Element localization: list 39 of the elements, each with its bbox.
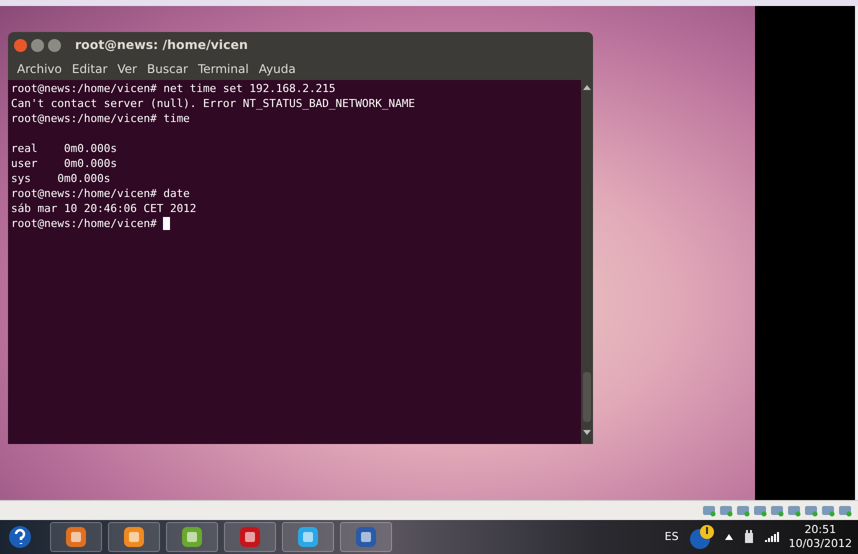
taskbar-button[interactable]: [340, 522, 392, 552]
language-indicator[interactable]: ES: [664, 528, 679, 546]
menu-item[interactable]: Ver: [112, 60, 142, 78]
prompt-line: root@news:/home/vicen#: [11, 216, 158, 231]
command-line: root@news:/home/vicen# net time set 192.168.2.215: [11, 81, 336, 96]
power-plug-icon[interactable]: [742, 530, 755, 544]
output-line: real 0m0.000s: [11, 141, 117, 156]
signal-bars-icon[interactable]: [764, 532, 779, 542]
close-button[interactable]: [14, 38, 27, 52]
scrollbar[interactable]: [581, 80, 593, 444]
output-line: sáb mar 10 20:46:06 CET 2012: [11, 201, 196, 216]
menu-item[interactable]: Terminal: [192, 60, 254, 78]
menu-item[interactable]: Ayuda: [254, 60, 301, 78]
output-line: sys 0m0.000s: [11, 171, 110, 186]
taskbar-button[interactable]: [50, 522, 102, 552]
taskbar-button[interactable]: [166, 522, 218, 552]
minimize-button[interactable]: [31, 38, 44, 52]
scroll-up-icon[interactable]: [583, 84, 591, 90]
output-line: user 0m0.000s: [11, 156, 117, 171]
menu-item[interactable]: Buscar: [142, 60, 193, 78]
command-line: root@news:/home/vicen# date: [11, 186, 190, 201]
clock-time: 20:51: [803, 523, 838, 537]
scrollbar-thumb[interactable]: [583, 372, 591, 422]
taskbar-button[interactable]: [108, 522, 160, 552]
scroll-down-icon[interactable]: [583, 430, 591, 436]
clock-date: 10/03/2012: [788, 537, 852, 551]
maximize-button[interactable]: [48, 38, 61, 52]
help-icon[interactable]: [8, 525, 32, 550]
menu-item[interactable]: Editar: [66, 60, 112, 78]
command-line: root@news:/home/vicen# time: [11, 111, 190, 126]
cursor-block: [163, 217, 170, 230]
taskbar-button[interactable]: [224, 522, 276, 552]
warning-help-icon[interactable]: [688, 524, 715, 550]
menu-item[interactable]: Archivo: [12, 60, 67, 78]
arrow-up-icon[interactable]: [724, 534, 733, 540]
clock[interactable]: 20:51 10/03/2012: [788, 523, 852, 551]
output-line: Can't contact server (null). Error NT_STATUS_BAD_NETWORK_NAME: [11, 96, 415, 111]
window-title: root@news: /home/vicen: [75, 36, 248, 54]
taskbar-button[interactable]: [282, 522, 334, 552]
